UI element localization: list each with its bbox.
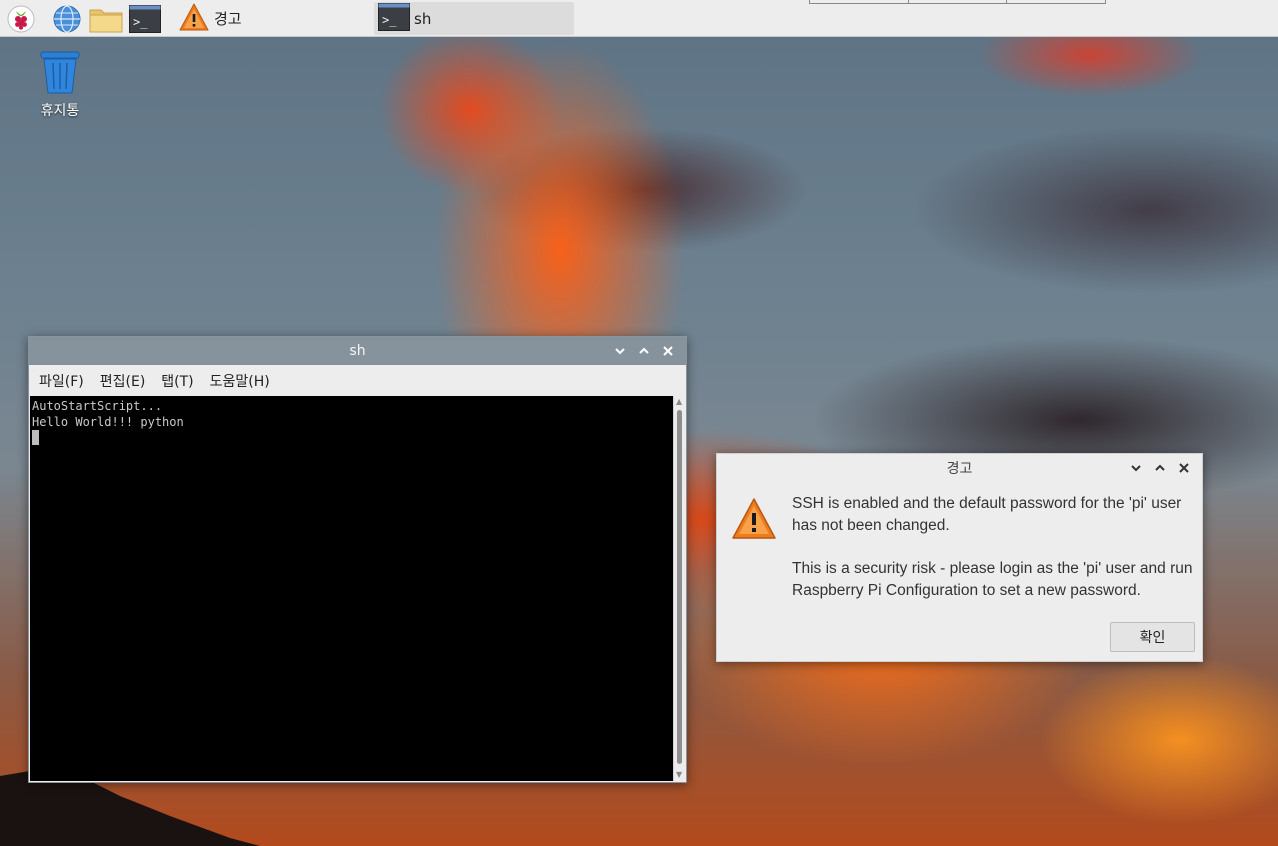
dialog-message-paragraph: SSH is enabled and the default password … (792, 495, 1182, 534)
scroll-down-icon[interactable]: ▼ (676, 771, 682, 779)
web-browser-icon[interactable] (50, 3, 84, 34)
chevron-up-icon (1155, 464, 1165, 471)
dialog-titlebar[interactable]: 경고 (717, 454, 1202, 482)
text-cursor (32, 430, 39, 445)
terminal-launcher-icon[interactable]: >_ (128, 3, 162, 34)
maximize-button[interactable] (634, 341, 654, 361)
terminal-menubar: 파일(F) 편집(E) 탭(T) 도움말(H) (29, 365, 686, 396)
tray-slot[interactable] (810, 0, 909, 3)
dialog-body: SSH is enabled and the default password … (717, 482, 1202, 662)
close-icon (1179, 463, 1189, 473)
task-label: 경고 (214, 10, 242, 28)
chevron-down-icon (615, 348, 625, 355)
scrollbar-thumb[interactable] (677, 410, 682, 764)
close-button[interactable] (658, 341, 678, 361)
task-label: sh (414, 9, 432, 28)
trash-label: 휴지통 (40, 103, 80, 119)
svg-text:>_: >_ (133, 15, 148, 29)
warning-dialog: 경고 SSH is enabled and the default passwo… (716, 453, 1203, 662)
taskbar: >_ 경고 >_ sh (0, 0, 1278, 37)
svg-text:>_: >_ (382, 13, 397, 27)
chevron-down-icon (1131, 465, 1141, 472)
trash-icon (40, 51, 80, 94)
menu-edit[interactable]: 편집(E) (100, 371, 146, 391)
maximize-button[interactable] (1150, 458, 1170, 478)
close-icon (663, 346, 673, 356)
minimize-button[interactable] (1126, 458, 1146, 478)
trash-desktop-item[interactable]: 휴지통 (28, 50, 92, 120)
terminal-titlebar[interactable]: sh (29, 337, 686, 365)
task-terminal[interactable]: >_ sh (374, 2, 574, 35)
terminal-scrollbar[interactable]: ▲ ▼ (673, 396, 685, 781)
system-tray (809, 0, 1106, 4)
ok-button[interactable]: 확인 (1110, 622, 1195, 652)
chevron-up-icon (639, 347, 649, 354)
scroll-up-icon[interactable]: ▲ (676, 398, 682, 406)
window-title: sh (349, 343, 366, 359)
warning-icon (178, 2, 210, 36)
menu-tabs[interactable]: 탭(T) (161, 371, 193, 391)
warning-icon (731, 497, 777, 545)
dialog-title: 경고 (946, 461, 973, 477)
terminal-window: sh 파일(F) 편집(E) 탭(T) 도움말(H) AutoStartScri… (28, 336, 687, 783)
minimize-button[interactable] (610, 341, 630, 361)
terminal-icon: >_ (378, 2, 410, 35)
close-button[interactable] (1174, 458, 1194, 478)
tray-slot[interactable] (1007, 0, 1105, 3)
task-warning[interactable]: 경고 (174, 2, 246, 35)
raspberry-menu-icon[interactable] (5, 3, 37, 34)
file-manager-icon[interactable] (88, 3, 124, 34)
dialog-message-paragraph: This is a security risk - please login a… (792, 560, 1193, 599)
menu-file[interactable]: 파일(F) (39, 371, 84, 391)
tray-slot[interactable] (909, 0, 1008, 3)
terminal-line: Hello World!!! python (32, 415, 184, 429)
terminal-line: AutoStartScript... (32, 399, 163, 413)
menu-help[interactable]: 도움말(H) (210, 371, 270, 391)
terminal-output[interactable]: AutoStartScript... Hello World!!! python (30, 396, 673, 781)
dialog-message: SSH is enabled and the default password … (792, 493, 1197, 602)
